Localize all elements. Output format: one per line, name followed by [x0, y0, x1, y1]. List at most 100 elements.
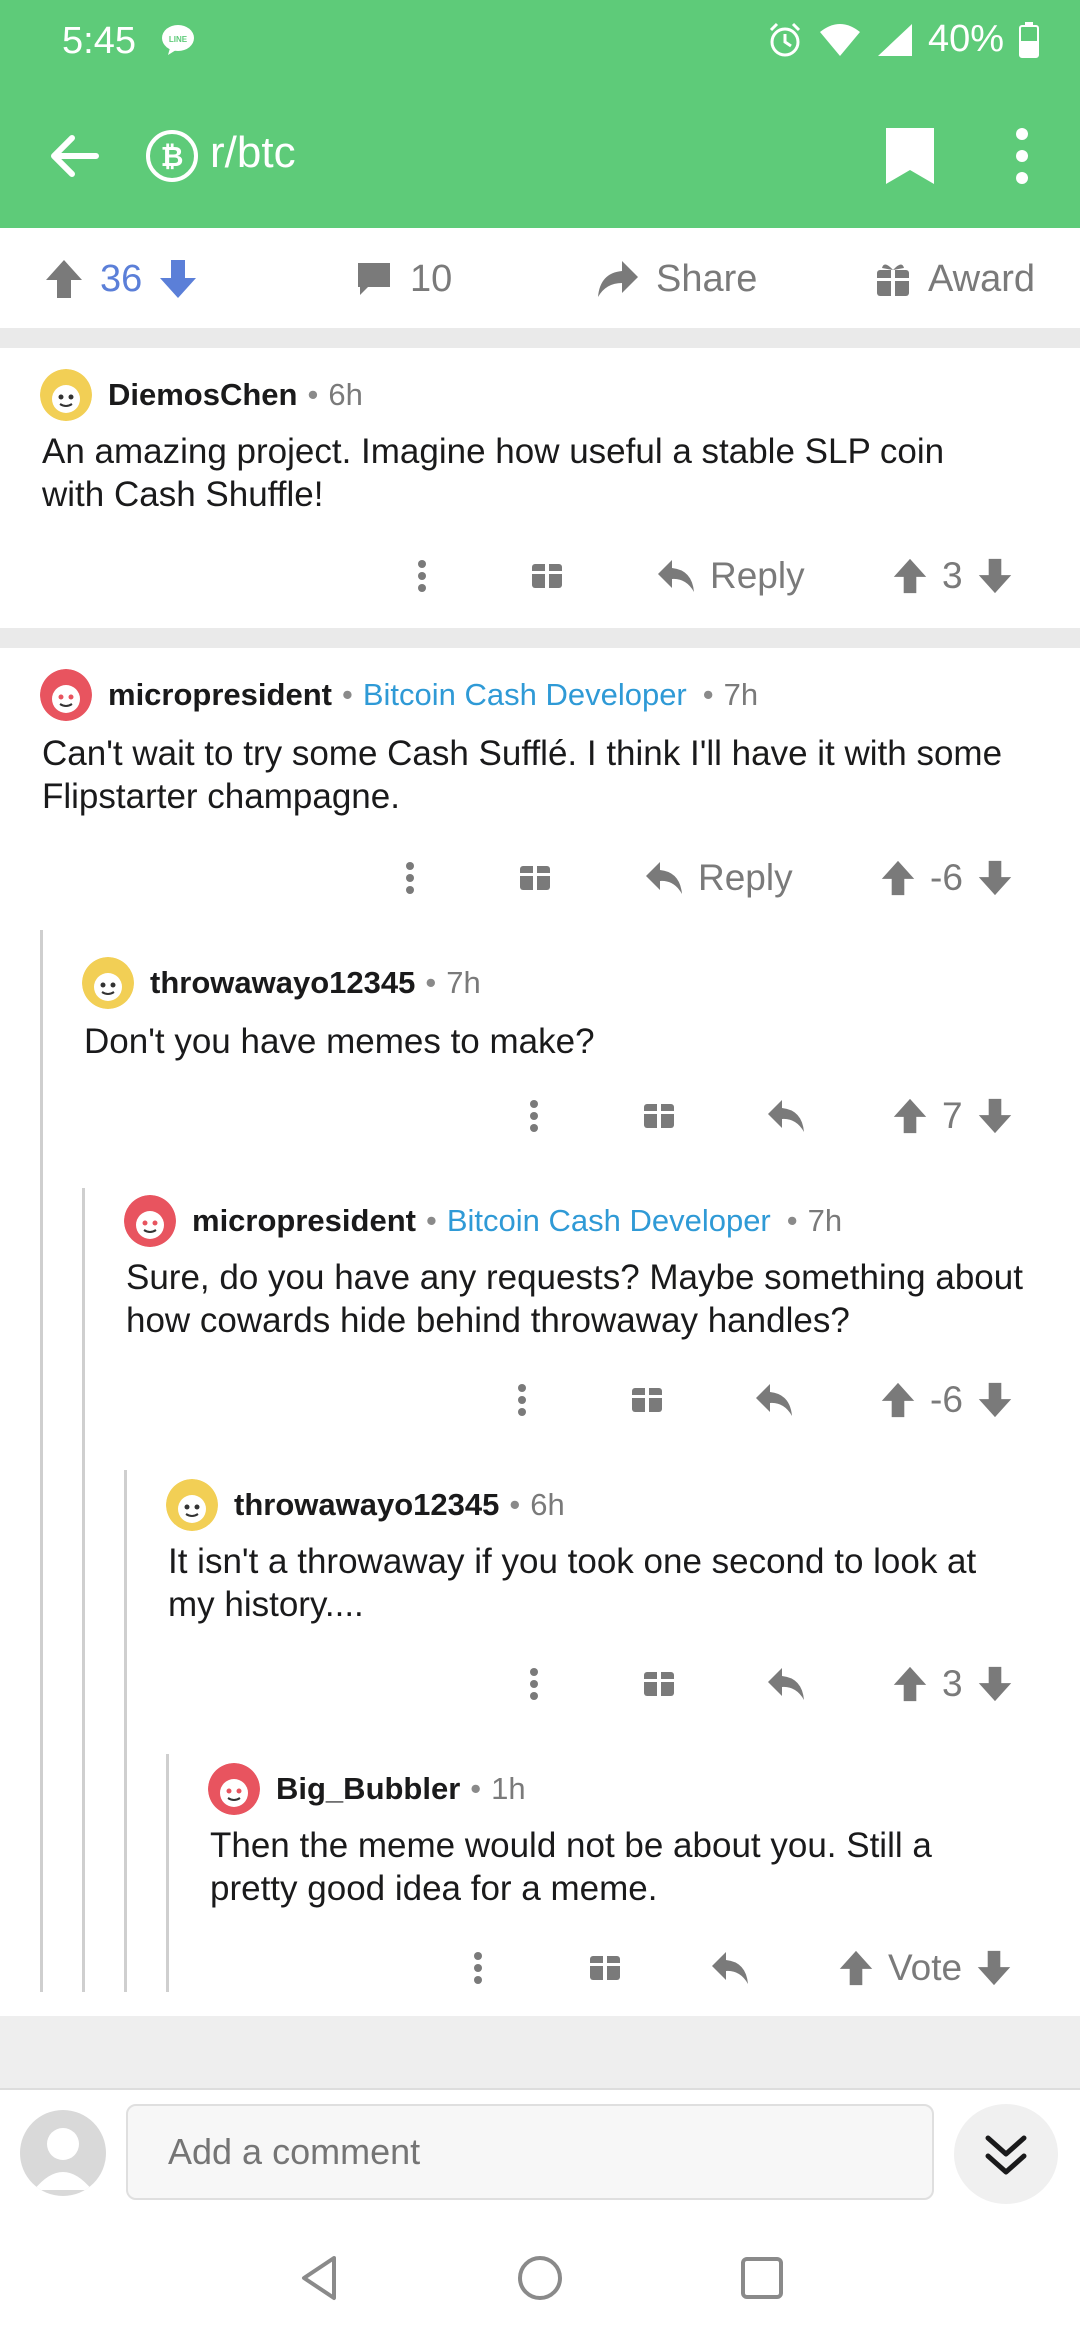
upvote-arrow-icon[interactable]: [44, 258, 84, 300]
list-end-spacer: [0, 2016, 1080, 2088]
award-gift-icon[interactable]: [630, 1370, 664, 1430]
svg-text:₿: ₿: [161, 141, 184, 172]
comment-age: 7h: [807, 1203, 843, 1238]
reply-arrow-icon[interactable]: [766, 1086, 806, 1146]
upvote-arrow-icon[interactable]: [838, 1949, 874, 1987]
reply-arrow-icon[interactable]: [710, 1938, 750, 1998]
comment-vote: 7: [892, 1086, 1013, 1146]
status-time: 5:45: [62, 20, 136, 62]
avatar[interactable]: [82, 957, 134, 1009]
double-chevron-down-icon: [985, 2135, 1027, 2175]
comment-score: 3: [942, 555, 963, 596]
comment-composer: [0, 2088, 1080, 2208]
recents-square-icon[interactable]: [732, 2248, 792, 2308]
award-gift-icon[interactable]: [642, 1654, 676, 1714]
comment-author[interactable]: Big_Bubbler: [276, 1771, 460, 1807]
avatar[interactable]: [166, 1479, 218, 1531]
upvote-arrow-icon[interactable]: [892, 1665, 928, 1703]
home-circle-icon[interactable]: [510, 2248, 570, 2308]
comment: DiemosChen • 6h An amazing project. Imag…: [0, 348, 1080, 628]
subreddit-title[interactable]: r/btc: [210, 128, 296, 178]
upvote-arrow-icon[interactable]: [880, 1381, 916, 1419]
current-user-avatar[interactable]: [20, 2110, 106, 2196]
comment-body: It isn't a throwaway if you took one sec…: [168, 1542, 977, 1624]
downvote-arrow-icon[interactable]: [977, 859, 1013, 897]
downvote-arrow-icon[interactable]: [977, 1381, 1013, 1419]
upvote-arrow-icon[interactable]: [880, 859, 916, 897]
comment-actions: 7: [0, 1086, 1080, 1146]
comment-vote: 3: [892, 1654, 1013, 1714]
share-button[interactable]: Share: [596, 254, 757, 304]
more-options-icon[interactable]: [410, 546, 434, 606]
comment-author[interactable]: micropresident: [192, 1203, 416, 1239]
user-flair: Bitcoin Cash Developer: [446, 1203, 771, 1238]
add-comment-input[interactable]: [126, 2104, 934, 2200]
wifi-icon: [819, 23, 860, 56]
comment-author[interactable]: micropresident: [108, 677, 332, 713]
reply-arrow-icon[interactable]: [766, 1654, 806, 1714]
divider: [0, 628, 1080, 648]
downvote-arrow-icon[interactable]: [158, 258, 198, 300]
comment: micropresident • Bitcoin Cash Developer …: [0, 1188, 1080, 1470]
upvote-arrow-icon[interactable]: [892, 1097, 928, 1135]
downvote-arrow-icon[interactable]: [977, 1665, 1013, 1703]
upvote-arrow-icon[interactable]: [892, 557, 928, 595]
comment-vote: -6: [880, 848, 1013, 908]
comment: throwawayo12345 • 7h Don't you have meme…: [0, 930, 1080, 1180]
line-app-notification-icon: LINE: [162, 25, 194, 55]
share-label: Share: [656, 257, 758, 300]
comment-body: Don't you have memes to make?: [84, 1022, 595, 1061]
comment: micropresident • Bitcoin Cash Developer …: [0, 648, 1080, 930]
alarm-icon: [769, 22, 800, 56]
award-gift-icon[interactable]: [588, 1938, 622, 1998]
downvote-arrow-icon[interactable]: [977, 557, 1013, 595]
comment: throwawayo12345 • 6h It isn't a throwawa…: [0, 1470, 1080, 1754]
jump-to-next-button[interactable]: [954, 2104, 1058, 2204]
comment-vote: 3: [892, 546, 1013, 606]
comment-author[interactable]: DiemosChen: [108, 377, 297, 413]
post-action-bar: 36 10 Share Award: [0, 228, 1080, 328]
comments-count-button[interactable]: 10: [354, 254, 452, 304]
reply-button[interactable]: Reply: [656, 546, 805, 606]
comment-score: -6: [930, 857, 963, 898]
comment-vote: -6: [880, 1370, 1013, 1430]
comment-actions: Reply 3: [0, 546, 1080, 606]
comments-count: 10: [410, 257, 453, 300]
award-gift-icon[interactable]: [642, 1086, 676, 1146]
reply-arrow-icon[interactable]: [754, 1370, 794, 1430]
comment-score: 7: [942, 1095, 963, 1136]
comment-actions: 3: [0, 1654, 1080, 1714]
more-options-icon[interactable]: [522, 1654, 546, 1714]
comment-author[interactable]: throwawayo12345: [150, 965, 415, 1001]
more-options-icon[interactable]: [522, 1086, 546, 1146]
downvote-arrow-icon[interactable]: [976, 1949, 1012, 1987]
more-options-icon[interactable]: [510, 1370, 534, 1430]
comment-actions: -6: [0, 1370, 1080, 1430]
comment-score: -6: [930, 1379, 963, 1420]
comment-actions: Vote: [0, 1938, 1080, 1998]
user-flair: Bitcoin Cash Developer: [362, 677, 687, 712]
comment-author[interactable]: throwawayo12345: [234, 1487, 499, 1523]
avatar[interactable]: [124, 1195, 176, 1247]
award-button[interactable]: Award: [874, 254, 1035, 304]
avatar[interactable]: [40, 669, 92, 721]
back-triangle-icon[interactable]: [290, 2248, 350, 2308]
back-arrow-icon[interactable]: [44, 126, 104, 186]
comment-body: Then the meme would not be about you. St…: [210, 1826, 932, 1908]
signal-icon: [877, 23, 912, 56]
award-gift-icon[interactable]: [530, 546, 564, 606]
comment: Big_Bubbler • 1h Then the meme would not…: [0, 1754, 1080, 1994]
avatar[interactable]: [208, 1763, 260, 1815]
more-options-icon[interactable]: [398, 848, 422, 908]
more-options-icon[interactable]: [466, 1938, 490, 1998]
avatar[interactable]: [40, 369, 92, 421]
comment-age: 6h: [328, 377, 363, 412]
bookmark-icon[interactable]: [880, 124, 940, 188]
comment-age: 7h: [723, 677, 759, 712]
reply-button[interactable]: Reply: [644, 848, 793, 908]
award-gift-icon[interactable]: [518, 848, 552, 908]
post-score: 36: [100, 257, 143, 300]
downvote-arrow-icon[interactable]: [977, 1097, 1013, 1135]
more-options-icon[interactable]: [1000, 124, 1044, 188]
award-label: Award: [928, 257, 1036, 300]
